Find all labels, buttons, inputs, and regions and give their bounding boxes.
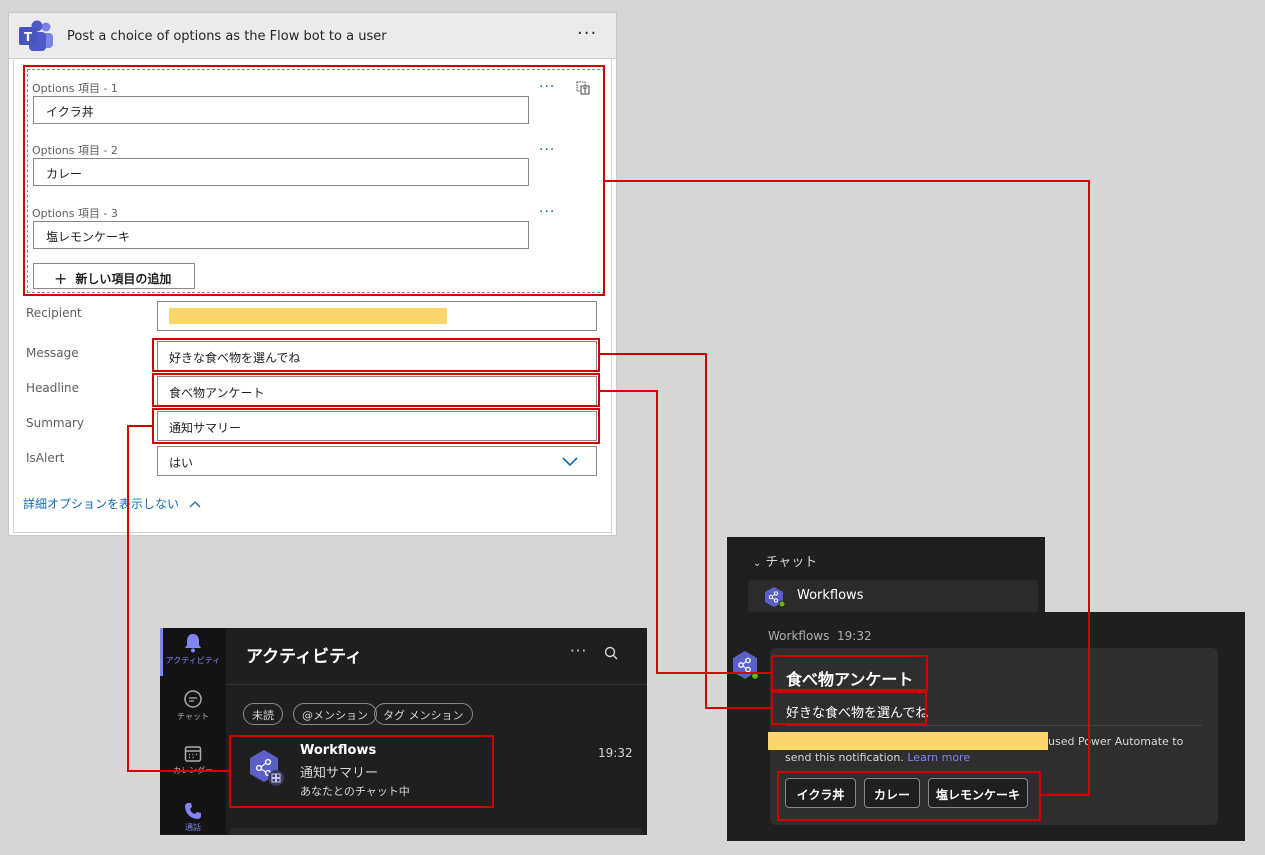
annotation-box-message: [152, 338, 600, 372]
annotation-box-headline: [152, 373, 600, 407]
rail-item-label: 通話: [185, 823, 201, 832]
filter-mentions[interactable]: @メンション: [293, 703, 377, 725]
activity-more-button[interactable]: ···: [570, 642, 587, 660]
action-header[interactable]: T Post a choice of options as the Flow b…: [9, 13, 616, 59]
message-sender: Workflows: [768, 629, 830, 643]
summary-label: Summary: [26, 416, 84, 430]
svg-text:T: T: [24, 30, 33, 44]
headline-label: Headline: [26, 381, 80, 395]
isalert-dropdown[interactable]: はい: [157, 446, 597, 476]
annotation-box-activity: [229, 735, 494, 808]
chat-item-workflows[interactable]: Workflows: [748, 580, 1038, 613]
redacted-user-name: [768, 732, 1048, 750]
connector-line: [127, 425, 152, 427]
redacted-recipient: [169, 308, 447, 324]
message-meta: Workflows 19:32: [768, 629, 872, 643]
connector-line: [127, 425, 129, 772]
search-icon[interactable]: [604, 646, 618, 660]
filter-unread[interactable]: 未読: [243, 703, 283, 725]
hide-advanced-options-link[interactable]: 詳細オプションを表示しない: [23, 495, 201, 512]
chevron-up-icon: [189, 501, 201, 508]
phone-icon: [185, 803, 201, 819]
filter-tag-mentions[interactable]: タグ メンション: [374, 703, 473, 725]
connector-line: [705, 707, 771, 709]
recipient-label: Recipient: [26, 306, 82, 320]
connector-line: [127, 770, 229, 772]
chat-icon: [184, 690, 202, 708]
action-title: Post a choice of options as the Flow bot…: [67, 29, 387, 44]
chat-section-label: チャット: [765, 555, 818, 570]
teams-chat-list: ⌄ チャット Workflows: [727, 537, 1045, 613]
rail-item-calls[interactable]: 通話: [160, 802, 226, 833]
annotation-box-choices-result: [777, 771, 1041, 821]
connector-line: [600, 390, 658, 392]
isalert-value: はい: [169, 456, 194, 470]
action-more-button[interactable]: ···: [577, 23, 597, 44]
hide-advanced-options-label: 詳細オプションを表示しない: [23, 497, 180, 511]
header-divider: [226, 684, 647, 685]
annotation-box-message-result: [771, 691, 927, 725]
next-activity-item: [230, 828, 643, 835]
chat-item-name: Workflows: [797, 588, 864, 603]
annotation-box-headline-result: [771, 655, 928, 691]
recipient-field[interactable]: [157, 301, 597, 331]
workflows-avatar-icon: [733, 651, 760, 681]
message-time: 19:32: [837, 629, 872, 643]
bell-icon: [185, 634, 201, 653]
notice-text-line2: send this notification. Learn more: [785, 751, 970, 764]
workflows-icon: [765, 587, 786, 608]
notice-text: used Power Automate to: [1048, 735, 1184, 748]
calendar-icon: [184, 746, 202, 762]
rail-item-activity[interactable]: アクティビティ: [160, 633, 226, 666]
teams-logo-icon: T: [19, 20, 53, 51]
app-rail: アクティビティ チャット カレンダー 通話: [160, 628, 226, 835]
activity-title: アクティビティ: [246, 647, 363, 667]
message-label: Message: [26, 346, 79, 360]
connector-line: [600, 353, 707, 355]
rail-item-chat[interactable]: チャット: [160, 689, 226, 722]
rail-item-label: アクティビティ: [165, 656, 221, 665]
annotation-box-options: [23, 65, 605, 296]
connector-line: [1041, 794, 1090, 796]
connector-line: [656, 672, 771, 674]
chevron-down-icon: ⌄: [753, 558, 762, 569]
card-divider: [786, 725, 1202, 726]
notice-text: send this notification.: [785, 751, 904, 764]
activity-time: 19:32: [598, 746, 633, 760]
connector-line: [656, 390, 658, 674]
connector-line: [1088, 180, 1090, 796]
chat-section-header[interactable]: ⌄ チャット: [753, 551, 817, 570]
connector-line: [705, 353, 707, 709]
chevron-down-icon: [562, 457, 578, 467]
rail-item-label: チャット: [177, 712, 209, 721]
learn-more-link[interactable]: Learn more: [907, 751, 970, 764]
connector-line: [605, 180, 1090, 182]
isalert-label: IsAlert: [26, 451, 65, 465]
annotation-box-summary: [152, 408, 600, 444]
